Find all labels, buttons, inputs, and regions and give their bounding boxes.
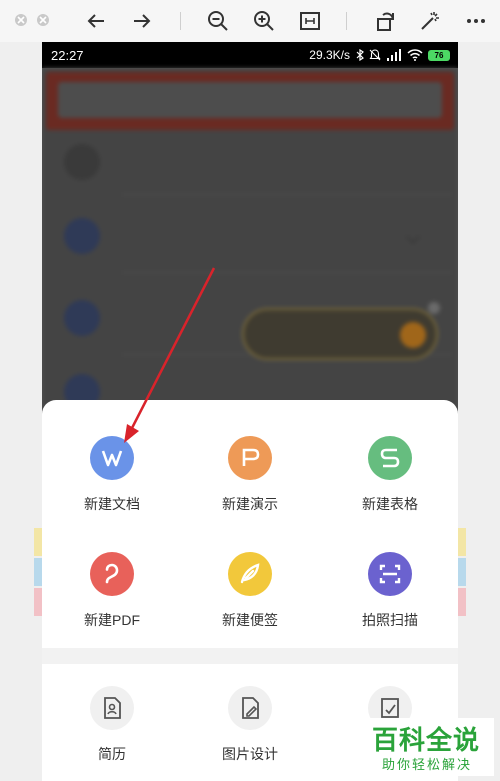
watermark-logo: 百科全说 助你轻松解决 [364,718,494,776]
red-arrow-annotation [124,267,216,443]
watermark-title: 百科全说 [372,725,481,755]
watermark-subtitle: 助你轻松解决 [382,757,473,772]
